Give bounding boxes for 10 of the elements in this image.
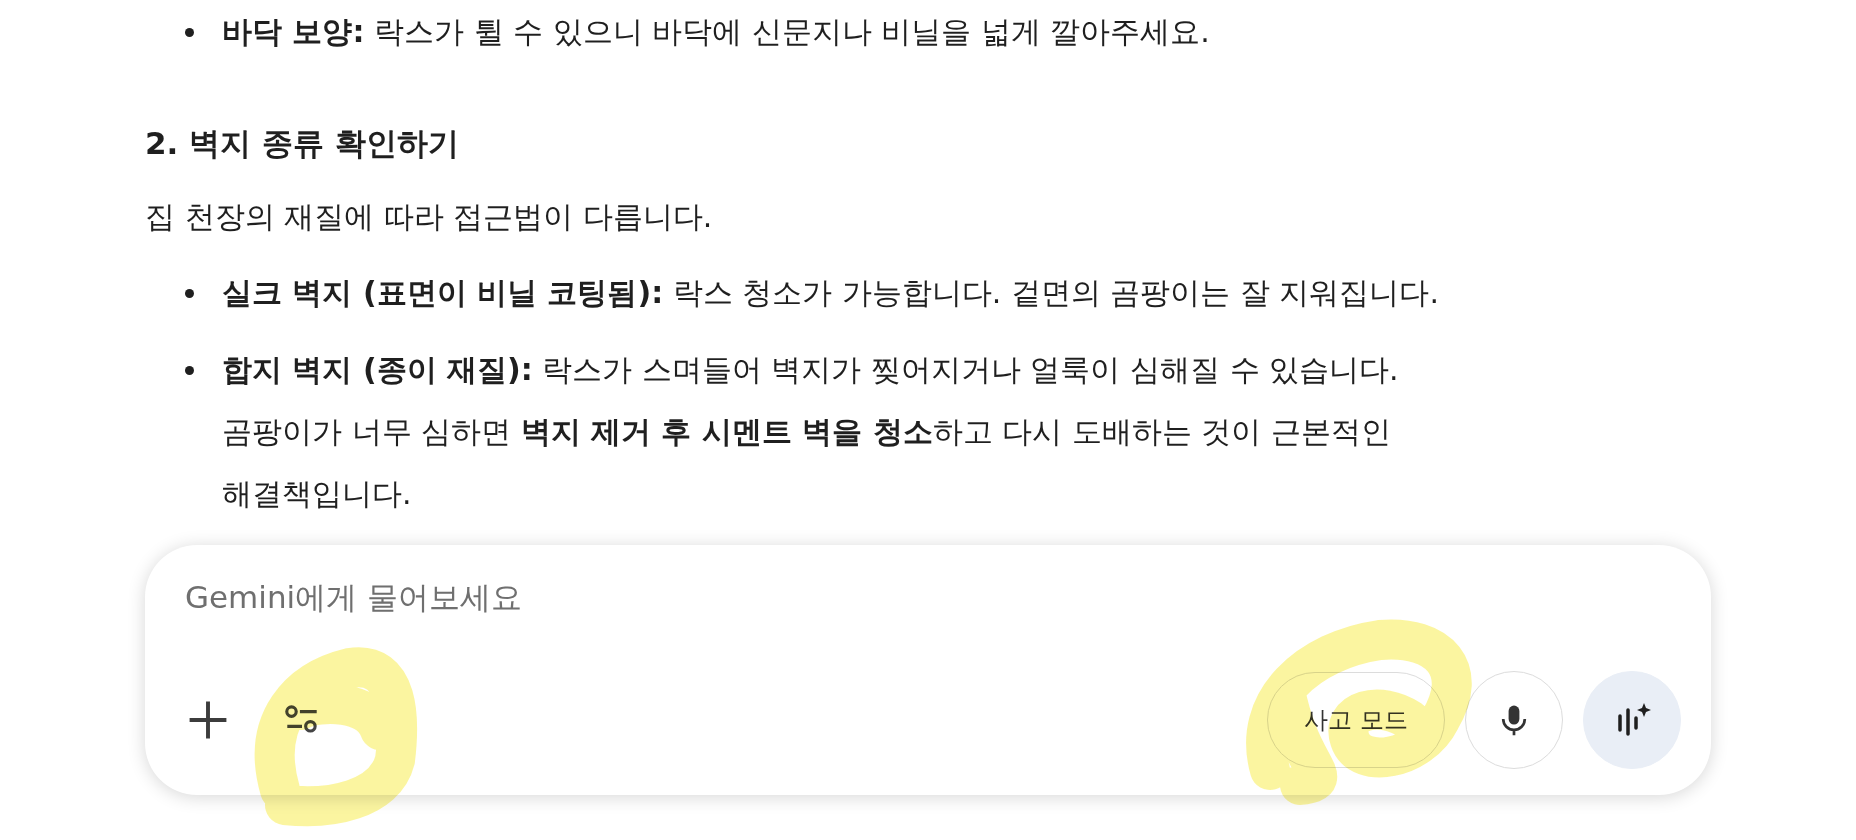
- bullet-icon: [185, 366, 194, 375]
- thinking-mode-button[interactable]: 사고 모드: [1267, 672, 1445, 768]
- bullet-text: 바닥 보양: 락스가 튈 수 있으니 바닥에 신문지나 비닐을 넓게 깔아주세요.: [222, 13, 1210, 51]
- bullet-icon: [185, 28, 194, 37]
- section-heading: 2. 벽지 종류 확인하기: [145, 124, 460, 163]
- bullet-text: 실크 벽지 (표면이 비닐 코팅됨): 락스 청소가 가능합니다. 겉면의 곰팡이는 잘 지워집니다.: [222, 274, 1440, 312]
- paragraph: 집 천장의 재질에 따라 접근법이 다릅니다.: [145, 198, 714, 236]
- bullet-icon: [185, 289, 194, 298]
- prompt-input[interactable]: Gemini에게 물어보세요: [185, 579, 885, 615]
- bullet-text: 합지 벽지 (종이 재질): 락스가 스며들어 벽지가 찢어지거나 얼룩이 심해질 수 있습니다. 곰팡이가 너무 심하면 벽지 제거 후 시멘트 벽을 청소하고 다시 도배하는 것이 근본적인 해결책입니다.: [222, 351, 1399, 513]
